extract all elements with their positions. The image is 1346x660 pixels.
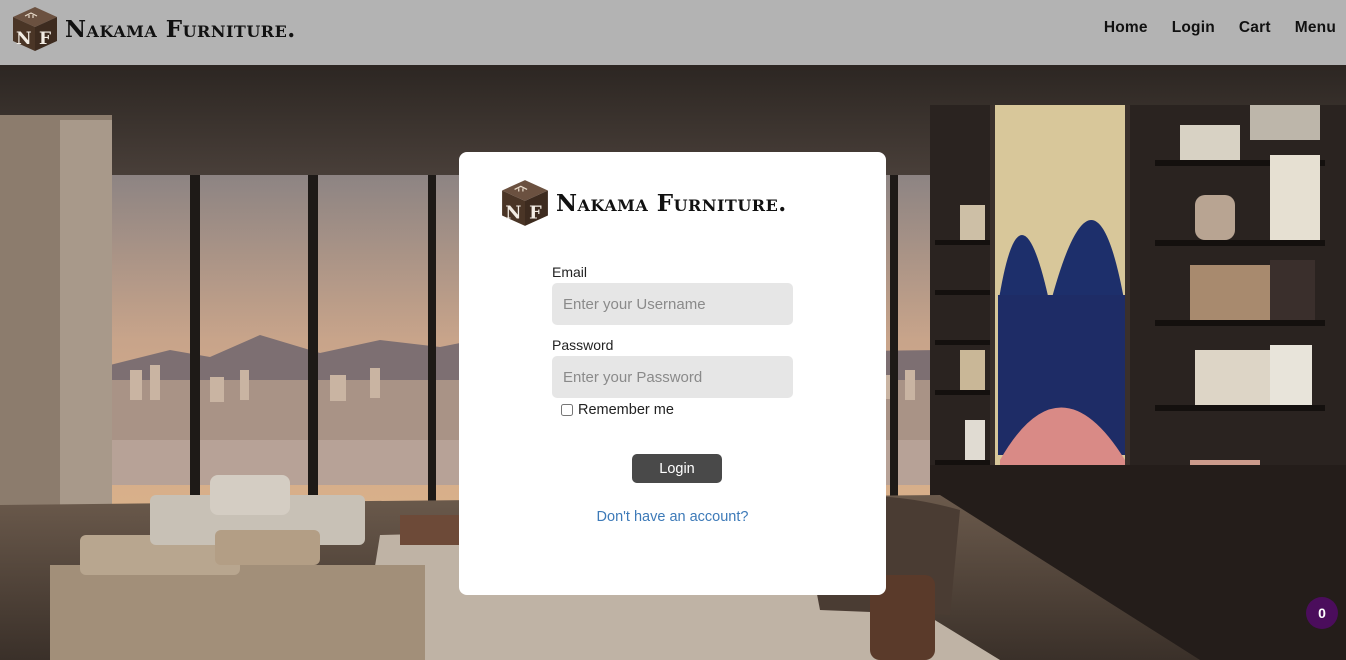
logo-letter-n: N: [505, 203, 521, 224]
nav-menu[interactable]: Menu: [1295, 19, 1336, 37]
remember-me-label: Remember me: [578, 402, 674, 418]
brand[interactable]: N F Nakama Furniture.: [11, 6, 296, 52]
login-form: Email Password Remember me: [552, 264, 793, 418]
logo-letter-n: N: [16, 29, 32, 49]
email-label: Email: [552, 264, 588, 280]
login-card-brand: N F Nakama Furniture.: [500, 179, 787, 227]
remember-me-row: Remember me: [560, 402, 793, 418]
login-button[interactable]: Login: [632, 454, 722, 483]
main-nav: Home Login Cart Menu: [1080, 19, 1336, 37]
logo-letter-f: F: [529, 203, 542, 224]
nav-home[interactable]: Home: [1104, 19, 1148, 37]
nakama-cube-logo-icon: N F: [13, 7, 57, 51]
login-card: N F Nakama Furniture. Email Password Rem…: [459, 152, 886, 595]
site-header: N F Nakama Furniture. Home Login Cart Me…: [0, 0, 1346, 65]
login-card-brand-name: Nakama Furniture.: [556, 189, 787, 217]
logo-letter-f: F: [39, 29, 51, 49]
cart-count-badge[interactable]: 0: [1306, 597, 1338, 629]
nav-login[interactable]: Login: [1172, 19, 1215, 37]
password-label: Password: [552, 337, 614, 353]
nakama-cube-logo-icon: N F: [502, 180, 548, 226]
remember-me-checkbox[interactable]: [561, 404, 573, 416]
signup-link[interactable]: Don't have an account?: [459, 509, 886, 525]
password-field[interactable]: [552, 356, 793, 398]
nav-cart[interactable]: Cart: [1239, 19, 1271, 37]
brand-name: Nakama Furniture.: [65, 15, 296, 43]
email-field[interactable]: [552, 283, 793, 325]
